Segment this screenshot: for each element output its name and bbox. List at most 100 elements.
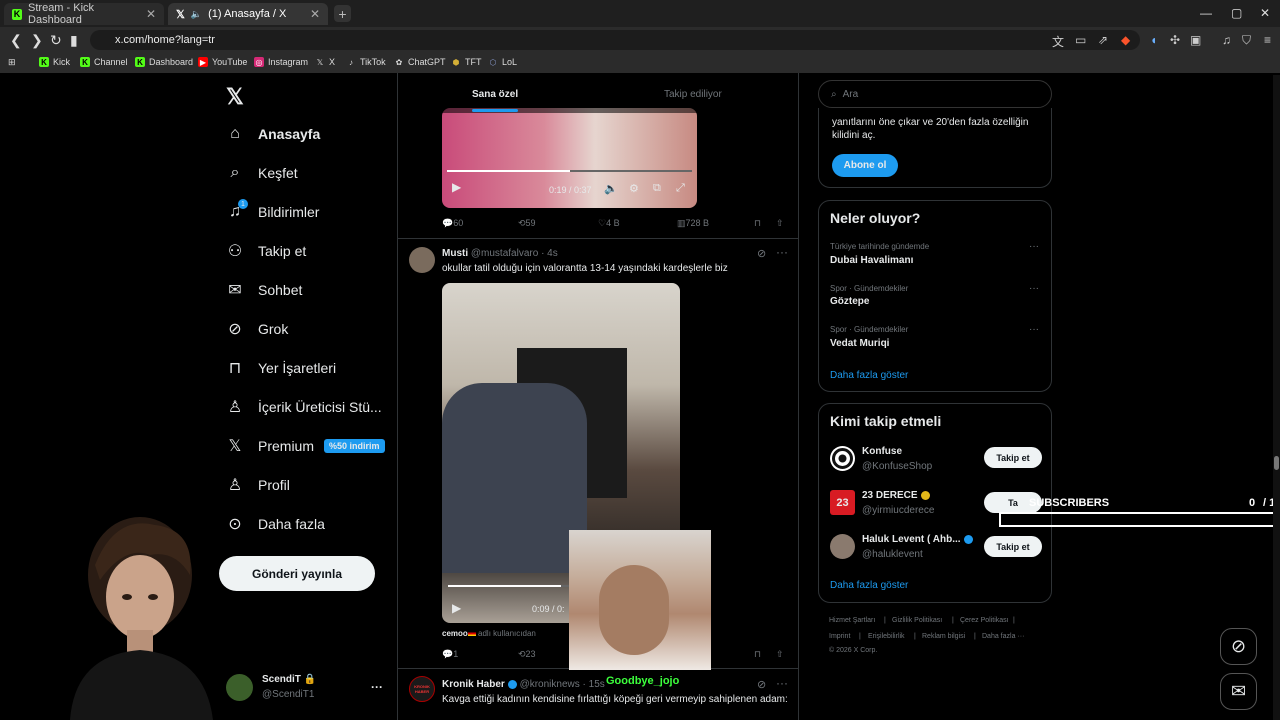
window-close-icon[interactable]: ✕ bbox=[1260, 6, 1270, 20]
fullscreen-icon[interactable]: ⤢ bbox=[676, 182, 685, 195]
minimize-icon[interactable]: — bbox=[1200, 6, 1212, 20]
new-tab-button[interactable]: + bbox=[334, 5, 351, 22]
close-icon[interactable]: ✕ bbox=[146, 7, 156, 21]
bookmark-instagram[interactable]: ◎ Instagram bbox=[254, 57, 308, 67]
trend-item[interactable]: Göztepe bbox=[830, 296, 869, 307]
trend-item[interactable]: Vedat Muriqi bbox=[830, 338, 889, 349]
share-icon[interactable]: ⇧ bbox=[776, 649, 784, 660]
views-button[interactable]: ▥ 728 B bbox=[677, 218, 709, 229]
account-more-icon[interactable]: ··· bbox=[371, 680, 383, 694]
footer-link[interactable]: Gizlilik Politikası bbox=[892, 617, 942, 624]
nav-chat[interactable]: ✉ Sohbet bbox=[226, 281, 302, 299]
apps-icon[interactable]: ⊞ bbox=[8, 57, 16, 68]
post-button[interactable]: Gönderi yayınla bbox=[219, 556, 375, 591]
follow-button[interactable]: Takip et bbox=[984, 536, 1042, 557]
nav-more[interactable]: ⊙ Daha fazla bbox=[226, 515, 325, 533]
browser-tab-x[interactable]: 𝕏 🔈 (1) Anasayfa / X ✕ bbox=[168, 3, 328, 25]
close-icon[interactable]: ✕ bbox=[310, 7, 320, 21]
trend-item[interactable]: Dubai Havalimanı bbox=[830, 255, 913, 266]
page-scrollbar[interactable] bbox=[1273, 75, 1280, 720]
avatar[interactable] bbox=[830, 446, 855, 471]
bookmark-chatgpt[interactable]: ✿ ChatGPT bbox=[394, 57, 446, 67]
brave-shield-icon[interactable]: ◆ bbox=[1121, 33, 1130, 47]
footer-link[interactable]: Erişilebilirlik bbox=[868, 633, 905, 640]
browser-tab-kick[interactable]: K Stream - Kick Dashboard ✕ bbox=[4, 2, 164, 26]
avatar[interactable]: 23 bbox=[830, 490, 855, 515]
music-icon[interactable]: ♫ bbox=[1222, 33, 1231, 47]
settings-icon[interactable]: ⚙ bbox=[629, 182, 639, 195]
video-progress-track[interactable] bbox=[447, 170, 692, 172]
footer-link[interactable]: Çerez Politikası bbox=[960, 617, 1009, 624]
bookmark-dashboard[interactable]: K Dashboard bbox=[135, 57, 193, 67]
more-icon[interactable]: ··· bbox=[1029, 241, 1039, 252]
bookmark-icon[interactable]: ⊓ bbox=[754, 649, 761, 660]
nav-explore[interactable]: ⌕ Keşfet bbox=[226, 164, 298, 182]
bookmark-tft[interactable]: ⬢ TFT bbox=[451, 57, 482, 67]
menu-icon[interactable]: ≡ bbox=[1264, 33, 1271, 47]
reply-button[interactable]: 💬 60 bbox=[442, 218, 463, 229]
bookmark-icon[interactable]: ⊓ bbox=[754, 218, 761, 229]
play-icon[interactable]: ▶ bbox=[452, 180, 461, 194]
more-icon[interactable]: ··· bbox=[776, 676, 788, 690]
share-icon[interactable]: ⇗ bbox=[1098, 33, 1108, 47]
footer-link[interactable]: Hizmet Şartları bbox=[829, 617, 875, 624]
forward-icon[interactable]: ❯ bbox=[31, 32, 43, 49]
reload-icon[interactable]: ↻ bbox=[50, 32, 62, 49]
bookmark-channel[interactable]: K Channel bbox=[80, 57, 128, 67]
bookmark-lol[interactable]: ⬡ LoL bbox=[488, 57, 518, 67]
bookmark-tiktok[interactable]: ♪ TikTok bbox=[346, 57, 386, 67]
search-input[interactable]: ⌕ Ara bbox=[818, 80, 1052, 108]
bookmark-kick[interactable]: K Kick bbox=[39, 57, 70, 67]
scrollbar-thumb[interactable] bbox=[1274, 456, 1279, 470]
repost-button[interactable]: ⟲ 23 bbox=[518, 649, 536, 660]
leo-icon[interactable]: ◖ bbox=[1150, 33, 1157, 47]
vpn-icon[interactable]: ⛉ bbox=[1242, 33, 1251, 48]
bookmark-youtube[interactable]: ▶ YouTube bbox=[198, 57, 247, 67]
tweet-video[interactable]: ▶ 0:19 / 0:37 🔈 ⚙ ⧉ ⤢ bbox=[442, 108, 697, 208]
grok-icon[interactable]: ⊘ bbox=[757, 678, 766, 691]
extensions-icon[interactable]: ✣ bbox=[1170, 33, 1180, 47]
follow-name[interactable]: Konfuse bbox=[862, 446, 902, 457]
grok-floating-button[interactable]: ⊘ bbox=[1220, 628, 1257, 665]
more-icon[interactable]: ··· bbox=[1029, 324, 1039, 335]
maximize-icon[interactable]: ▢ bbox=[1231, 6, 1242, 20]
nav-follow[interactable]: ⚇ Takip et bbox=[226, 242, 306, 260]
nav-bookmarks[interactable]: ⊓ Yer İşaretleri bbox=[226, 359, 336, 377]
footer-link[interactable]: Reklam bilgisi bbox=[922, 633, 965, 640]
follow-button[interactable]: Takip et bbox=[984, 447, 1042, 468]
follow-name[interactable]: 23 DERECE bbox=[862, 490, 930, 501]
back-icon[interactable]: ❮ bbox=[10, 32, 22, 49]
nav-creator-studio[interactable]: ♙ İçerik Üreticisi Stü... bbox=[226, 398, 382, 416]
nav-profile[interactable]: ♙ Profil bbox=[226, 476, 290, 494]
like-button[interactable]: ♡ 4 B bbox=[598, 218, 620, 229]
nav-grok[interactable]: ⊘ Grok bbox=[226, 320, 288, 338]
share-icon[interactable]: ⇧ bbox=[776, 218, 784, 229]
avatar[interactable] bbox=[409, 247, 435, 273]
translate-icon[interactable]: 文 bbox=[1052, 33, 1064, 50]
reply-button[interactable]: 💬 1 bbox=[442, 649, 458, 660]
tab-for-you[interactable]: Sana özel bbox=[472, 89, 518, 100]
show-more-link[interactable]: Daha fazla göster bbox=[830, 370, 908, 381]
volume-icon[interactable]: 🔈 bbox=[604, 182, 618, 195]
bookmark-icon[interactable]: ▮ bbox=[70, 32, 78, 49]
subscribe-button[interactable]: Abone ol bbox=[832, 154, 898, 177]
x-logo-icon[interactable]: 𝕏 bbox=[226, 84, 244, 110]
sidebar-icon[interactable]: ▣ bbox=[1190, 33, 1201, 47]
avatar[interactable] bbox=[830, 534, 855, 559]
more-icon[interactable]: ··· bbox=[776, 245, 788, 259]
pip-icon[interactable]: ⧉ bbox=[653, 182, 661, 195]
grok-icon[interactable]: ⊘ bbox=[757, 247, 766, 260]
show-more-link[interactable]: Daha fazla göster bbox=[830, 580, 908, 591]
follow-name[interactable]: Haluk Levent ( Ahb... bbox=[862, 534, 973, 545]
messages-floating-button[interactable]: ✉ bbox=[1220, 673, 1257, 710]
footer-link[interactable]: Daha fazla ··· bbox=[982, 633, 1024, 640]
account-avatar[interactable] bbox=[226, 674, 253, 701]
play-icon[interactable]: ▶ bbox=[452, 601, 461, 615]
nav-home[interactable]: ⌂ Anasayfa bbox=[226, 125, 320, 143]
nav-notifications[interactable]: ♫ 1 Bildirimler bbox=[226, 199, 319, 221]
bookmark-x[interactable]: 𝕏X bbox=[315, 57, 335, 67]
cast-icon[interactable]: ▭ bbox=[1075, 33, 1086, 47]
footer-link[interactable]: Imprint bbox=[829, 633, 850, 640]
address-bar[interactable]: x.com/home?lang=tr bbox=[90, 30, 1140, 50]
nav-premium[interactable]: 𝕏 Premium %50 indirim bbox=[226, 437, 385, 455]
